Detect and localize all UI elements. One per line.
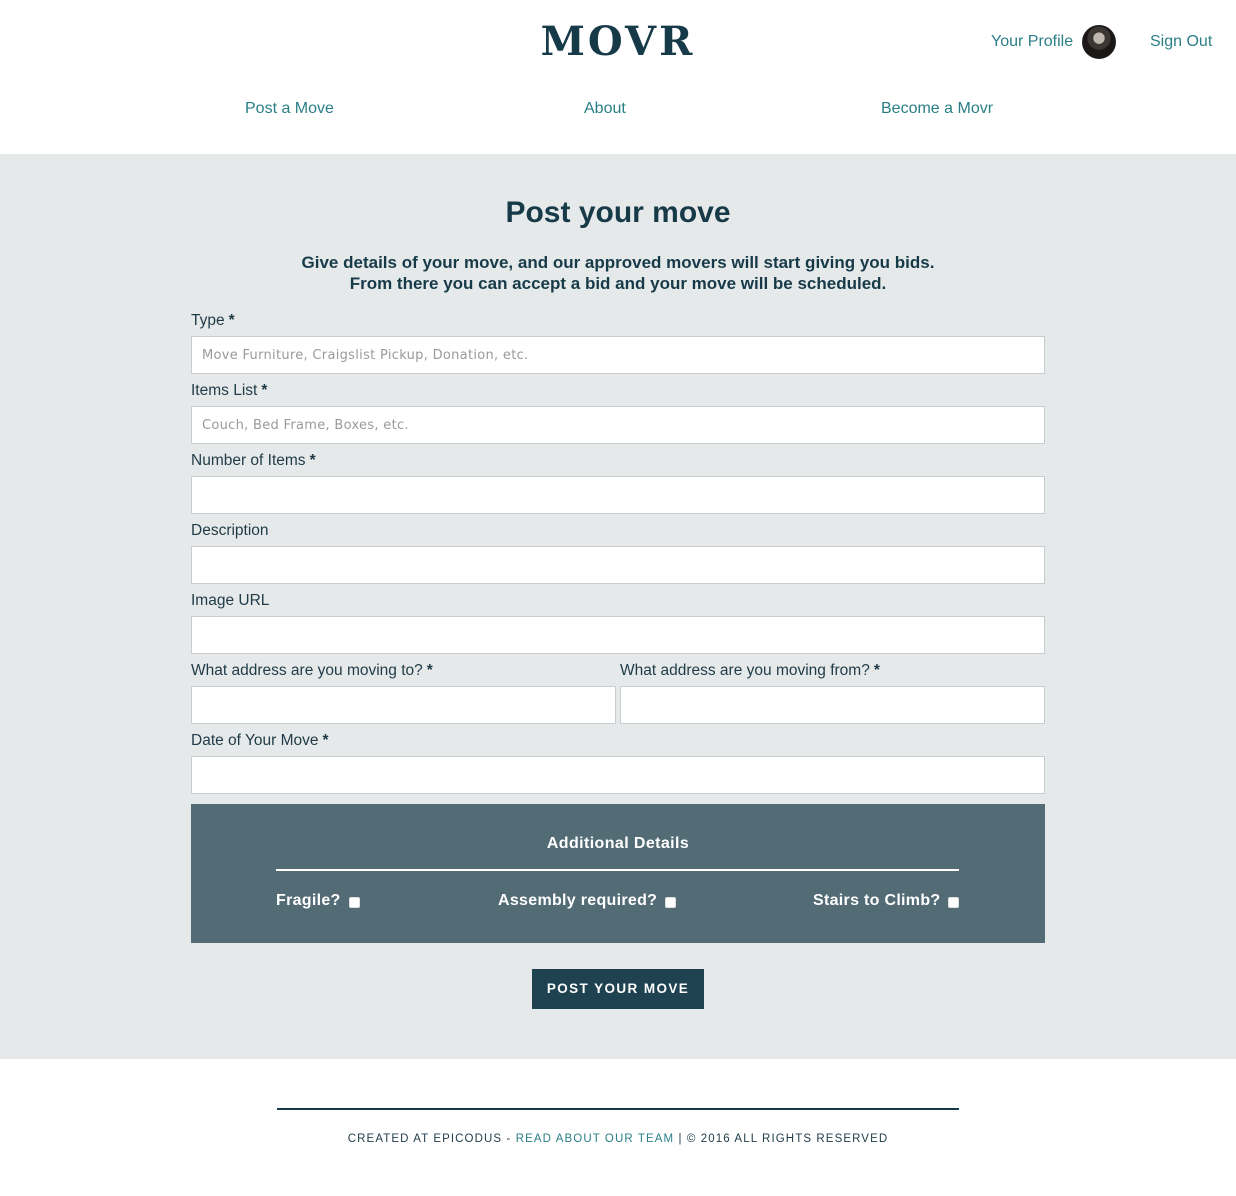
intro-line-2: From there you can accept a bid and your… (349, 274, 887, 293)
description-input[interactable] (191, 546, 1045, 584)
stairs-label: Stairs to Climb? (813, 892, 941, 909)
fragile-checkbox[interactable] (348, 897, 360, 908)
page-title: Post your move (505, 196, 731, 229)
image-url-input[interactable] (191, 616, 1045, 654)
address-to-label: What address are you moving to? * (191, 662, 433, 679)
footer-text: CREATED AT EPICODUS - READ ABOUT OUR TEA… (0, 1133, 1236, 1145)
site-footer: CREATED AT EPICODUS - READ ABOUT OUR TEA… (0, 1059, 1236, 1196)
nav-about[interactable]: About (584, 100, 626, 118)
nav-post-a-move[interactable]: Post a Move (245, 100, 334, 118)
address-from-label: What address are you moving from? * (620, 662, 880, 679)
type-input[interactable] (191, 336, 1045, 374)
address-to-input[interactable] (191, 686, 616, 724)
stairs-option[interactable]: Stairs to Climb? (813, 892, 960, 910)
sign-out-link[interactable]: Sign Out (1150, 33, 1212, 51)
items-list-input[interactable] (191, 406, 1045, 444)
footer-created-at: CREATED AT EPICODUS - (347, 1133, 516, 1145)
read-about-team-link[interactable]: READ ABOUT OUR TEAM (516, 1133, 675, 1145)
intro-line-1: Give details of your move, and our appro… (301, 253, 935, 272)
number-of-items-input[interactable] (191, 476, 1045, 514)
footer-rights: | © 2016 ALL RIGHTS RESERVED (674, 1133, 889, 1145)
post-move-section: Post your move Give details of your move… (0, 154, 1236, 1059)
assembly-option[interactable]: Assembly required? (498, 892, 677, 910)
assembly-checkbox[interactable] (665, 897, 677, 908)
additional-details-panel: Additional Details Fragile? Assembly req… (191, 804, 1045, 943)
address-from-input[interactable] (620, 686, 1045, 724)
your-profile-link[interactable]: Your Profile (991, 33, 1073, 51)
image-url-label: Image URL (191, 592, 270, 609)
number-of-items-label: Number of Items * (191, 452, 316, 469)
description-label: Description (191, 522, 269, 539)
additional-details-divider (276, 869, 959, 871)
nav-become-a-movr[interactable]: Become a Movr (881, 100, 993, 118)
move-date-label: Date of Your Move * (191, 732, 329, 749)
footer-divider (277, 1108, 959, 1110)
avatar[interactable] (1082, 25, 1116, 59)
site-header: MOVR Your Profile Sign Out Post a Move A… (0, 0, 1236, 154)
additional-details-title: Additional Details (546, 835, 690, 852)
post-your-move-button[interactable]: POST YOUR MOVE (532, 969, 704, 1009)
items-list-label: Items List * (191, 382, 268, 399)
stairs-checkbox[interactable] (948, 897, 960, 908)
fragile-label: Fragile? (276, 892, 341, 909)
assembly-label: Assembly required? (498, 892, 658, 909)
fragile-option[interactable]: Fragile? (276, 892, 360, 910)
move-date-input[interactable] (191, 756, 1045, 794)
type-label: Type * (191, 312, 235, 329)
